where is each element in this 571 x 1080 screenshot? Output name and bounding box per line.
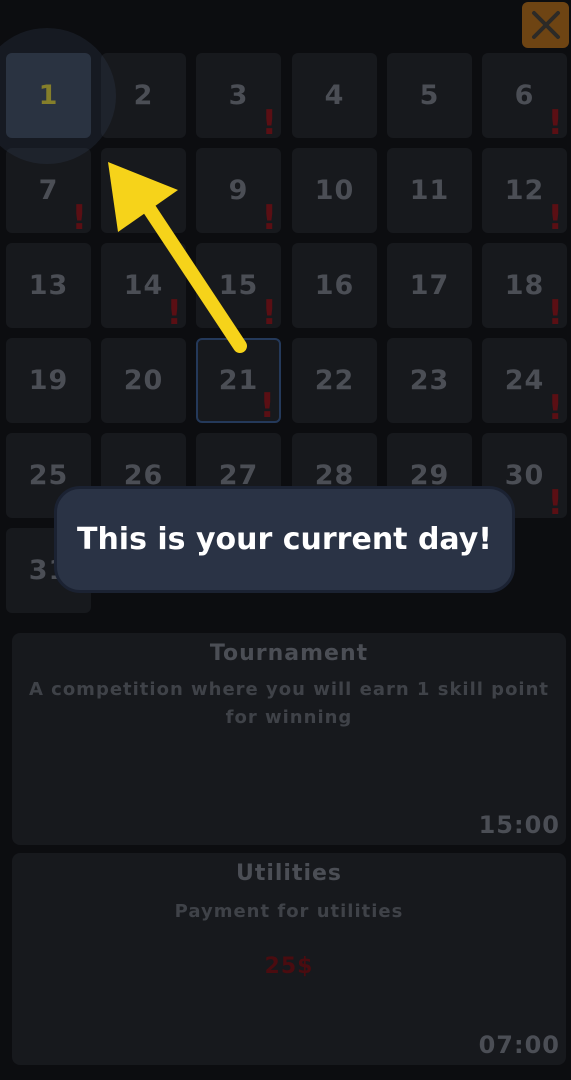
tutorial-bubble[interactable]: This is your current day!	[54, 486, 515, 593]
tutorial-message: This is your current day!	[76, 522, 492, 557]
